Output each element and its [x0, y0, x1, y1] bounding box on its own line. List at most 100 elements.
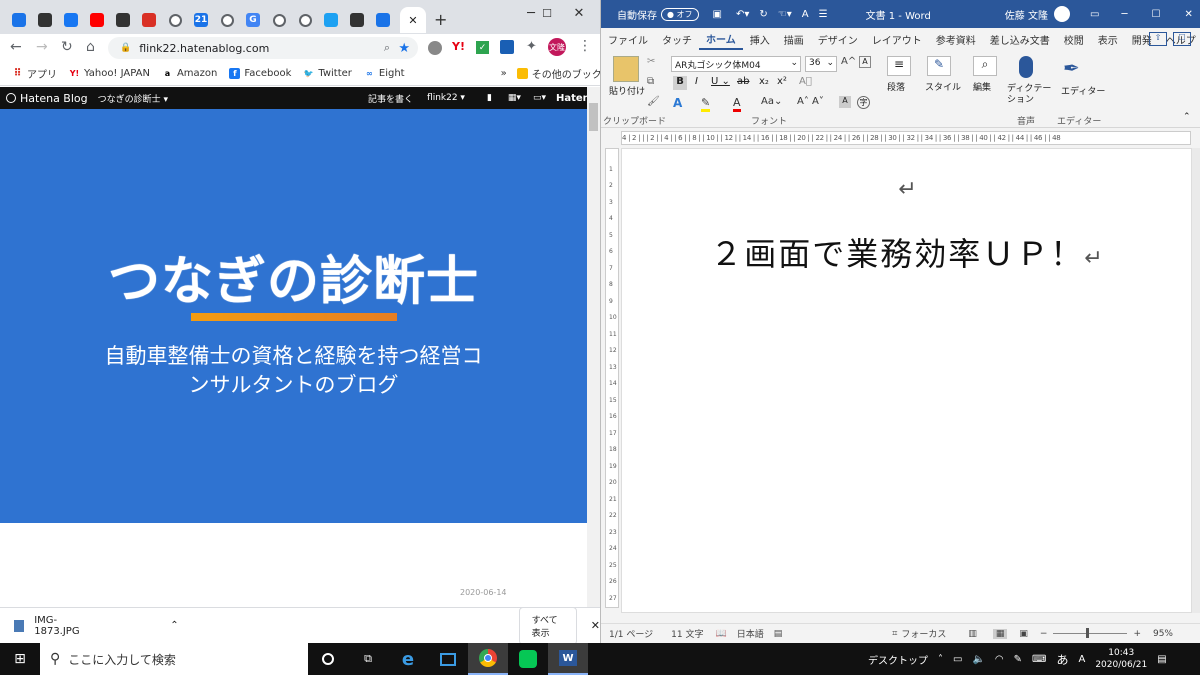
ribbon-tab[interactable]: 校閲 [1057, 28, 1091, 50]
dictation-button[interactable]: ディクテーション [1007, 84, 1057, 106]
word-count[interactable]: 11 文字 [671, 627, 703, 640]
save-icon[interactable]: ▣ [713, 9, 722, 20]
font-color-quick-icon[interactable]: A [802, 9, 809, 20]
ime-icon[interactable]: A [1078, 654, 1085, 665]
word-taskbar-button[interactable]: W [548, 643, 588, 675]
blog-title[interactable]: つなぎの診断士 [0, 239, 587, 314]
browser-tab[interactable] [318, 7, 344, 33]
puzzle-extensions-icon[interactable]: ✦ [526, 39, 537, 54]
zoom-in-button[interactable]: + [1133, 629, 1141, 639]
bookmark-star-icon[interactable]: ★ [398, 41, 410, 56]
show-all-button[interactable]: すべて表示 [518, 606, 577, 643]
back-button[interactable]: ← [10, 39, 22, 55]
browser-tab[interactable] [110, 7, 136, 33]
document-text[interactable]: ２画面で業務効率ＵＰ！↵ [622, 229, 1193, 275]
yahoo-extension-icon[interactable]: Y! [452, 40, 465, 53]
battery-icon[interactable]: ▭ [953, 654, 962, 665]
font-color-icon[interactable]: A [733, 96, 741, 112]
focus-mode-button[interactable]: フォーカス [901, 627, 946, 640]
italic-button[interactable]: I [695, 76, 698, 87]
blog-name-menu[interactable]: つなぎの診断士 ▾ [98, 92, 168, 105]
browser-tab[interactable] [344, 7, 370, 33]
ribbon-tab[interactable]: 差し込み文書 [983, 28, 1057, 50]
customize-qat-icon[interactable]: ☰ [819, 9, 828, 20]
ribbon-tab[interactable]: タッチ [655, 28, 699, 50]
user-menu[interactable]: flink22 ▾ [427, 93, 465, 103]
strikethrough-button[interactable]: ab [737, 76, 749, 87]
zoom-icon[interactable]: ⌕ [384, 41, 390, 55]
taskbar-search-box[interactable]: ⚲ ここに入力して検索 [40, 643, 308, 675]
bookmark-other[interactable]: その他のブックマーク [516, 66, 600, 81]
clear-format-icon[interactable]: A⃠ [799, 76, 812, 87]
new-tab-button[interactable]: + [434, 10, 447, 29]
download-filename[interactable]: IMG-1873.JPG [34, 615, 84, 637]
task-view-button[interactable]: ⧉ [348, 643, 388, 675]
ribbon-display-icon[interactable]: ▭ [1090, 9, 1099, 20]
profile-avatar[interactable]: 文隆 [548, 38, 566, 56]
browser-tab[interactable] [32, 7, 58, 33]
bookmark-facebook[interactable]: f Facebook [229, 68, 291, 79]
write-article-link[interactable]: 記事を書く [368, 92, 413, 105]
chevron-up-icon[interactable]: ˄ [938, 654, 943, 665]
reload-button[interactable]: ↻ [61, 39, 73, 55]
home-button[interactable]: ⌂ [86, 39, 95, 55]
editor-pen-icon[interactable]: ✒ [1063, 56, 1080, 80]
change-case-icon[interactable]: Aa⌄ [761, 96, 782, 107]
page-count[interactable]: 1/1 ページ [609, 627, 653, 640]
keyboard-icon[interactable]: ⌨ [1032, 654, 1046, 665]
editing-icon[interactable]: ⌕ [973, 56, 997, 76]
desktop-toolbar[interactable]: デスクトップ [868, 652, 928, 667]
zoom-out-button[interactable]: − [1040, 629, 1048, 639]
ribbon-tab[interactable]: レイアウト [865, 28, 929, 50]
paragraph-icon[interactable]: ≡ [887, 56, 911, 76]
char-shading-icon[interactable]: A [839, 96, 851, 108]
pen-workspace-icon[interactable]: ✎ [1014, 654, 1022, 665]
language-indicator[interactable]: 日本語 [737, 627, 764, 640]
text-effects-icon[interactable]: A [673, 96, 682, 110]
subscript-button[interactable]: x₂ [759, 76, 769, 87]
user-avatar-icon[interactable] [1053, 6, 1070, 22]
wifi-icon[interactable]: ◠ [995, 654, 1004, 665]
screenshot-extension-icon[interactable] [500, 40, 514, 54]
editing-button[interactable]: 編集 [973, 80, 991, 93]
ribbon-tab[interactable]: デザイン [811, 28, 865, 50]
explorer-taskbar-button[interactable] [428, 643, 468, 675]
microphone-icon[interactable] [1019, 56, 1033, 78]
comments-icon[interactable]: ☐ [1173, 32, 1191, 46]
web-layout-icon[interactable]: ▣ [1019, 629, 1028, 639]
start-button[interactable]: ⊞ [0, 643, 40, 675]
paragraph-button[interactable]: 段落 [887, 80, 905, 93]
copy-icon[interactable]: ⧉ [647, 76, 654, 87]
ribbon-tab[interactable]: 表示 [1091, 28, 1125, 50]
font-name-select[interactable]: AR丸ゴシック体M04 ⌄ [671, 56, 801, 72]
message-icon[interactable]: ▭▾ [533, 93, 546, 103]
check-extension-icon[interactable]: ✓ [476, 41, 489, 54]
paste-icon[interactable] [613, 56, 639, 82]
browser-tab[interactable] [214, 7, 240, 33]
editor-button[interactable]: エディター [1061, 84, 1105, 97]
document-page[interactable]: ↵ ２画面で業務効率ＵＰ！↵ [621, 148, 1192, 613]
browser-tab[interactable] [6, 7, 32, 33]
hatena-blog-logo[interactable]: Hatena Blog [20, 92, 88, 105]
cortana-button[interactable] [308, 643, 348, 675]
ribbon-tab[interactable]: 描画 [777, 28, 811, 50]
edge-taskbar-button[interactable]: e [388, 643, 428, 675]
format-painter-icon[interactable]: 🖌 [647, 96, 660, 107]
paste-button[interactable]: 貼り付け [609, 84, 645, 97]
forward-button[interactable]: → [36, 39, 48, 55]
clock[interactable]: 10:43 2020/06/21 [1095, 647, 1147, 671]
line-taskbar-button[interactable] [508, 643, 548, 675]
bookmark-icon[interactable]: ▮ [487, 93, 492, 103]
redo-icon[interactable]: ↻ [759, 9, 767, 20]
print-layout-icon[interactable]: ▦ [992, 628, 1008, 639]
active-tab-close[interactable]: ✕ [400, 7, 426, 33]
enclose-char-icon[interactable]: 字 [857, 96, 870, 109]
chevron-up-icon[interactable]: ⌃ [170, 620, 178, 631]
grow-font-icon[interactable]: A^ [841, 56, 856, 67]
user-name[interactable]: 佐藤 文隆 [1005, 7, 1048, 22]
browser-tab[interactable]: G [240, 7, 266, 33]
superscript-button[interactable]: x² [777, 76, 787, 87]
bookmark-eight[interactable]: ∞ Eight [364, 68, 405, 79]
read-mode-icon[interactable]: ▥ [968, 629, 977, 639]
bookmark-amazon[interactable]: a Amazon [162, 68, 218, 79]
